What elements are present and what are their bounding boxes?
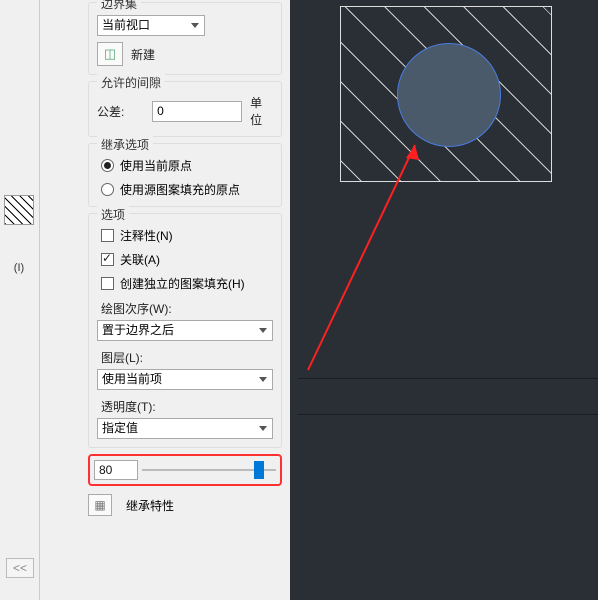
- gap-group: 允许的间隙 公差: 单位: [88, 81, 282, 137]
- tolerance-label: 公差:: [97, 103, 152, 120]
- viewport-select[interactable]: 当前视口: [97, 15, 205, 36]
- unit-label: 单位: [250, 94, 273, 128]
- transparency-value: 指定值: [102, 421, 138, 435]
- inherit-props-icon[interactable]: ▦: [88, 494, 112, 516]
- transparency-slider-row: [88, 454, 282, 486]
- transparency-slider[interactable]: [142, 460, 276, 480]
- hatch-preview-icon: [4, 195, 34, 225]
- inherit-props-row: ▦ 继承特性: [88, 494, 282, 516]
- slider-thumb[interactable]: [254, 461, 264, 479]
- radio-icon: [101, 183, 114, 196]
- settings-panel: 边界集 当前视口 ◫ 新建 允许的间隙 公差: 单位 继承选项 使用当前原点 使…: [40, 0, 290, 600]
- check-independent[interactable]: 创建独立的图案填充(H): [101, 275, 273, 292]
- inherit-options-group: 继承选项 使用当前原点 使用源图案填充的原点: [88, 143, 282, 207]
- check-annotative-label: 注释性(N): [120, 227, 173, 244]
- transparency-select[interactable]: 指定值: [97, 418, 273, 439]
- inherit-props-label: 继承特性: [126, 497, 174, 514]
- left-gutter: (I) <<: [0, 0, 40, 600]
- draw-order-label: 绘图次序(W):: [101, 300, 273, 317]
- gap-title: 允许的间隙: [97, 74, 165, 91]
- checkbox-icon: [101, 253, 114, 266]
- layer-label: 图层(L):: [101, 349, 273, 366]
- radio-use-current[interactable]: 使用当前原点: [101, 157, 273, 174]
- draw-order-value: 置于边界之后: [102, 323, 174, 337]
- tolerance-input[interactable]: [152, 101, 242, 122]
- check-annotative[interactable]: 注释性(N): [101, 227, 273, 244]
- check-independent-label: 创建独立的图案填充(H): [120, 275, 245, 292]
- canvas-divider: [298, 414, 598, 415]
- boundary-set-title: 边界集: [97, 0, 141, 12]
- new-boundary-label: 新建: [131, 46, 155, 63]
- layer-value: 使用当前项: [102, 372, 162, 386]
- options-title: 选项: [97, 206, 129, 223]
- checkbox-icon: [101, 229, 114, 242]
- collapse-button[interactable]: <<: [6, 558, 34, 578]
- checkbox-icon: [101, 277, 114, 290]
- boundary-set-group: 边界集 当前视口 ◫ 新建: [88, 2, 282, 75]
- hatch-preview-label: (I): [4, 262, 34, 274]
- annotation-arrow: [290, 0, 598, 400]
- radio-use-source[interactable]: 使用源图案填充的原点: [101, 181, 273, 198]
- draw-order-select[interactable]: 置于边界之后: [97, 320, 273, 341]
- check-associative-label: 关联(A): [120, 251, 160, 268]
- check-associative[interactable]: 关联(A): [101, 251, 273, 268]
- new-boundary-button[interactable]: ◫: [97, 42, 123, 66]
- options-group: 选项 注释性(N) 关联(A) 创建独立的图案填充(H) 绘图次序(W): 置于…: [88, 213, 282, 448]
- inherit-options-title: 继承选项: [97, 136, 153, 153]
- drawing-canvas[interactable]: [290, 0, 598, 600]
- transparency-label: 透明度(T):: [101, 398, 273, 415]
- transparency-value-input[interactable]: [94, 460, 138, 480]
- radio-use-current-label: 使用当前原点: [120, 157, 192, 174]
- radio-use-source-label: 使用源图案填充的原点: [120, 181, 240, 198]
- radio-icon: [101, 159, 114, 172]
- viewport-select-value: 当前视口: [102, 18, 150, 32]
- layer-select[interactable]: 使用当前项: [97, 369, 273, 390]
- canvas-divider: [298, 378, 598, 379]
